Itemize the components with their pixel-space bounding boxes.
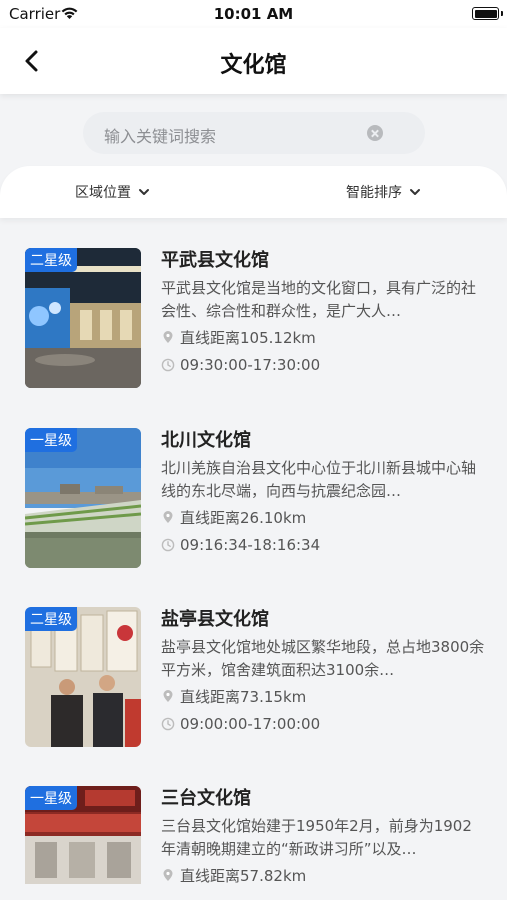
- distance-text: 直线距离26.10km: [180, 508, 307, 527]
- search-area: 输入关键词搜索: [0, 94, 507, 170]
- venue-name: 三台文化馆: [161, 788, 251, 809]
- clock-icon: [161, 717, 175, 731]
- venue-photo: 一星级: [25, 428, 141, 568]
- clock: 10:01 AM: [213, 5, 294, 23]
- venue-photo: 二星级: [25, 607, 141, 747]
- rating-badge: 二星级: [25, 248, 77, 272]
- hours-row: 09:30:00-17:30:00: [161, 351, 486, 379]
- list-item[interactable]: 二星级 盐亭县文化馆 盐亭县文化馆地处城区繁华地段，总占地3800余平方米，馆舍…: [0, 587, 507, 747]
- list-item[interactable]: 二星级 平武县文化馆 平武县文化馆是当地的文化窗口，具有广泛的社会性、综合性和群…: [0, 228, 507, 388]
- distance-row: 直线距离105.12km: [161, 323, 486, 351]
- battery-icon: [472, 7, 503, 20]
- distance-text: 直线距离73.15km: [180, 687, 307, 706]
- search-input[interactable]: 输入关键词搜索: [83, 112, 425, 154]
- distance-text: 直线距离105.12km: [180, 328, 316, 347]
- distance-row: 直线距离73.15km: [161, 682, 486, 710]
- location-pin-icon: [163, 690, 173, 702]
- venue-photo: 二星级: [25, 248, 141, 388]
- venue-list: 二星级 平武县文化馆 平武县文化馆是当地的文化窗口，具有广泛的社会性、综合性和群…: [0, 228, 507, 884]
- hours-row: 09:00:00-17:00:00: [161, 710, 486, 738]
- filter-bar: 区域位置 智能排序: [0, 166, 507, 218]
- clock-icon: [161, 538, 175, 552]
- sort-filter-label: 智能排序: [346, 185, 402, 201]
- venue-name: 平武县文化馆: [161, 250, 269, 271]
- location-pin-icon: [163, 869, 173, 881]
- list-item[interactable]: 一星级 三台文化馆 三台县文化馆始建于1950年2月，前身为1902年清朝晚期建…: [0, 766, 507, 884]
- venue-description: 三台县文化馆始建于1950年2月，前身为1902年清朝晚期建立的“新政讲习所”以…: [161, 817, 472, 858]
- region-filter-label: 区域位置: [75, 185, 131, 201]
- nav-bar: 文化馆: [0, 28, 507, 94]
- hours-row: 09:16:34-18:16:34: [161, 531, 486, 559]
- clear-icon[interactable]: [367, 125, 383, 141]
- location-pin-icon: [163, 331, 173, 343]
- venue-description: 北川羌族自治县文化中心位于北川新县城中心轴线的东北尽端，向西与抗震纪念园…: [161, 459, 477, 500]
- distance-row: 直线距离26.10km: [161, 503, 486, 531]
- venue-photo: 一星级: [25, 786, 141, 884]
- venue-description: 平武县文化馆是当地的文化窗口，具有广泛的社会性、综合性和群众性，是广大人…: [161, 279, 477, 320]
- list-item[interactable]: 一星级 北川文化馆 北川羌族自治县文化中心位于北川新县城中心轴线的东北尽端，向西…: [0, 408, 507, 568]
- location-pin-icon: [163, 511, 173, 523]
- venue-description: 盐亭县文化馆地处城区繁华地段，总占地3800余平方米，馆舍建筑面积达3100余…: [161, 638, 485, 679]
- distance-row: 直线距离57.82km: [161, 861, 486, 884]
- chevron-down-icon: [139, 189, 149, 195]
- rating-badge: 一星级: [25, 428, 77, 452]
- clock-icon: [161, 358, 175, 372]
- venue-name: 北川文化馆: [161, 430, 251, 451]
- page-title: 文化馆: [220, 53, 287, 78]
- region-filter[interactable]: 区域位置: [75, 182, 150, 202]
- hours-text: 09:00:00-17:00:00: [180, 715, 321, 733]
- hours-text: 09:30:00-17:30:00: [180, 356, 321, 374]
- sort-filter[interactable]: 智能排序: [346, 182, 421, 202]
- hours-text: 09:16:34-18:16:34: [180, 536, 321, 554]
- chevron-down-icon: [410, 189, 420, 195]
- distance-text: 直线距离57.82km: [180, 866, 307, 885]
- venue-name: 盐亭县文化馆: [161, 609, 269, 630]
- rating-badge: 二星级: [25, 607, 77, 631]
- rating-badge: 一星级: [25, 786, 77, 810]
- search-placeholder: 输入关键词搜索: [104, 127, 217, 146]
- status-bar: Carrier 10:01 AM: [0, 0, 507, 28]
